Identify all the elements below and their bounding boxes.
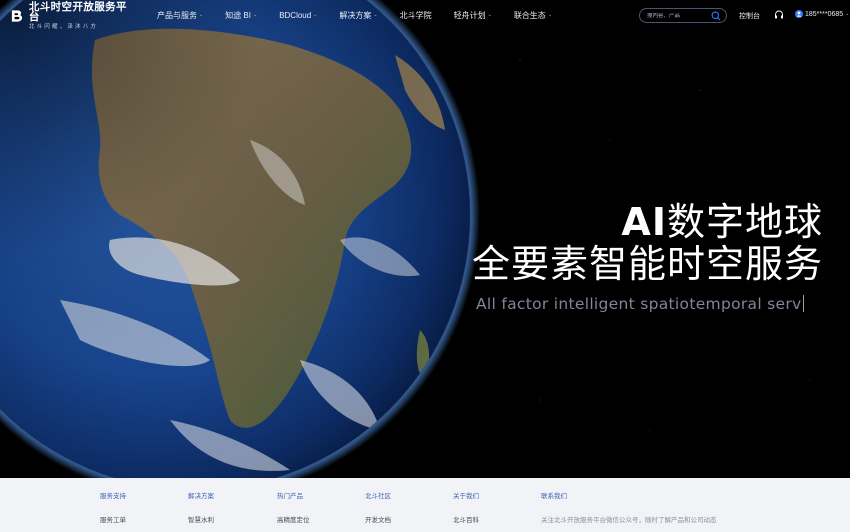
chevron-down-icon: ⌄ [252,12,258,18]
nav-item-bdcloud[interactable]: BDCloud ⌄ [279,11,317,20]
nav-item-academy[interactable]: 北斗学院 [400,10,432,21]
user-avatar-icon [795,10,803,18]
footer-col-contact: 联系我们 关注北斗开放服务平台微信公众号，随时了解产品和公司动态 [541,490,717,524]
nav-item-bi[interactable]: 知途 BI ⌄ [225,10,257,21]
chevron-down-icon: ⌄ [487,12,492,18]
chevron-down-icon: ⌄ [547,12,553,18]
footer-heading: 北斗社区 [365,493,391,500]
chevron-down-icon: ⌄ [313,12,318,18]
footer-link[interactable]: 服务工单 [100,514,126,524]
footer-heading: 服务支持 [100,493,126,500]
search-box [639,8,727,23]
footer-heading: 热门产品 [277,493,303,500]
footer-col-community: 北斗社区 开发文档 [365,490,391,524]
footer-contact-text: 关注北斗开放服务平台微信公众号，随时了解产品和公司动态 [541,517,717,524]
top-navbar: 北斗时空开放服务平台 北斗闪耀，泽沐八方 产品与服务 ⌄ 知途 BI ⌄ BDClo… [0,0,850,30]
site-logo[interactable]: 北斗时空开放服务平台 北斗闪耀，泽沐八方 [10,2,130,29]
footer-link[interactable]: 开发文档 [365,514,391,524]
nav-item-label: 联合生态 [513,10,546,20]
nav-item-label: 轻舟计划 [453,10,486,20]
chevron-down-icon: ⌄ [199,12,204,18]
chevron-down-icon: ⌄ [845,11,850,17]
chevron-down-icon: ⌄ [373,12,378,18]
hero-subtitle: All factor intelligent spatiotemporal se… [476,295,804,313]
hero-title-ai: AI [621,200,667,244]
footer-link[interactable]: 北斗百科 [453,514,479,524]
logo-subtitle: 北斗闪耀，泽沐八方 [28,23,99,30]
hero-headline: AI数字地球 全要素智能时空服务 [472,201,823,285]
footer-heading: 关于我们 [453,493,479,500]
search-input[interactable] [647,12,711,19]
nav-item-ecosystem[interactable]: 联合生态 ⌄ [514,10,552,21]
logo-text: 北斗时空开放服务平台 北斗闪耀，泽沐八方 [29,2,130,31]
footer-heading: 联系我们 [541,493,567,500]
hero-title-line2: 全要素智能时空服务 [471,242,823,286]
headset-icon[interactable] [774,10,784,20]
footer-link[interactable]: 高精度定位 [277,514,310,524]
hero-subtitle-text: All factor intelligent spatiotemporal se… [476,295,802,313]
hero-title-line1: AI数字地球 [472,201,823,243]
user-menu[interactable]: 185****0685 ⌄ [795,10,849,18]
footer-col-support: 服务支持 服务工单 [100,490,126,524]
nav-item-plan[interactable]: 轻舟计划 ⌄ [454,10,492,21]
footer-link[interactable]: 智慧水利 [188,514,214,524]
footer-col-solutions: 解决方案 智慧水利 [188,490,214,524]
logo-icon [11,10,23,22]
nav-item-label: 产品与服务 [157,10,197,20]
typing-caret [802,295,804,312]
footer-col-about: 关于我们 北斗百科 [453,490,479,524]
main-menu: 产品与服务 ⌄ 知途 BI ⌄ BDCloud ⌄ 解决方案 ⌄ 北斗学院 轻舟计划 ⌄ … [157,0,574,30]
console-link[interactable]: 控制台 [739,11,760,21]
search-icon[interactable] [711,11,721,21]
nav-item-label: 解决方案 [339,10,372,20]
nav-item-solutions[interactable]: 解决方案 ⌄ [339,10,377,21]
nav-item-label: BDCloud [279,10,312,20]
logo-title: 北斗时空开放服务平台 [28,0,127,24]
user-phone: 185****0685 [805,10,844,18]
footer-col-products: 热门产品 高精度定位 [277,490,310,524]
footer-heading: 解决方案 [188,493,214,500]
footer: 服务支持 服务工单 解决方案 智慧水利 热门产品 高精度定位 北斗社区 开发文档… [0,478,850,532]
hero-title-rest: 数字地球 [666,200,823,244]
nav-item-label: 北斗学院 [399,10,432,20]
nav-item-label: 知途 BI [225,10,251,20]
nav-item-products[interactable]: 产品与服务 ⌄ [157,10,203,21]
